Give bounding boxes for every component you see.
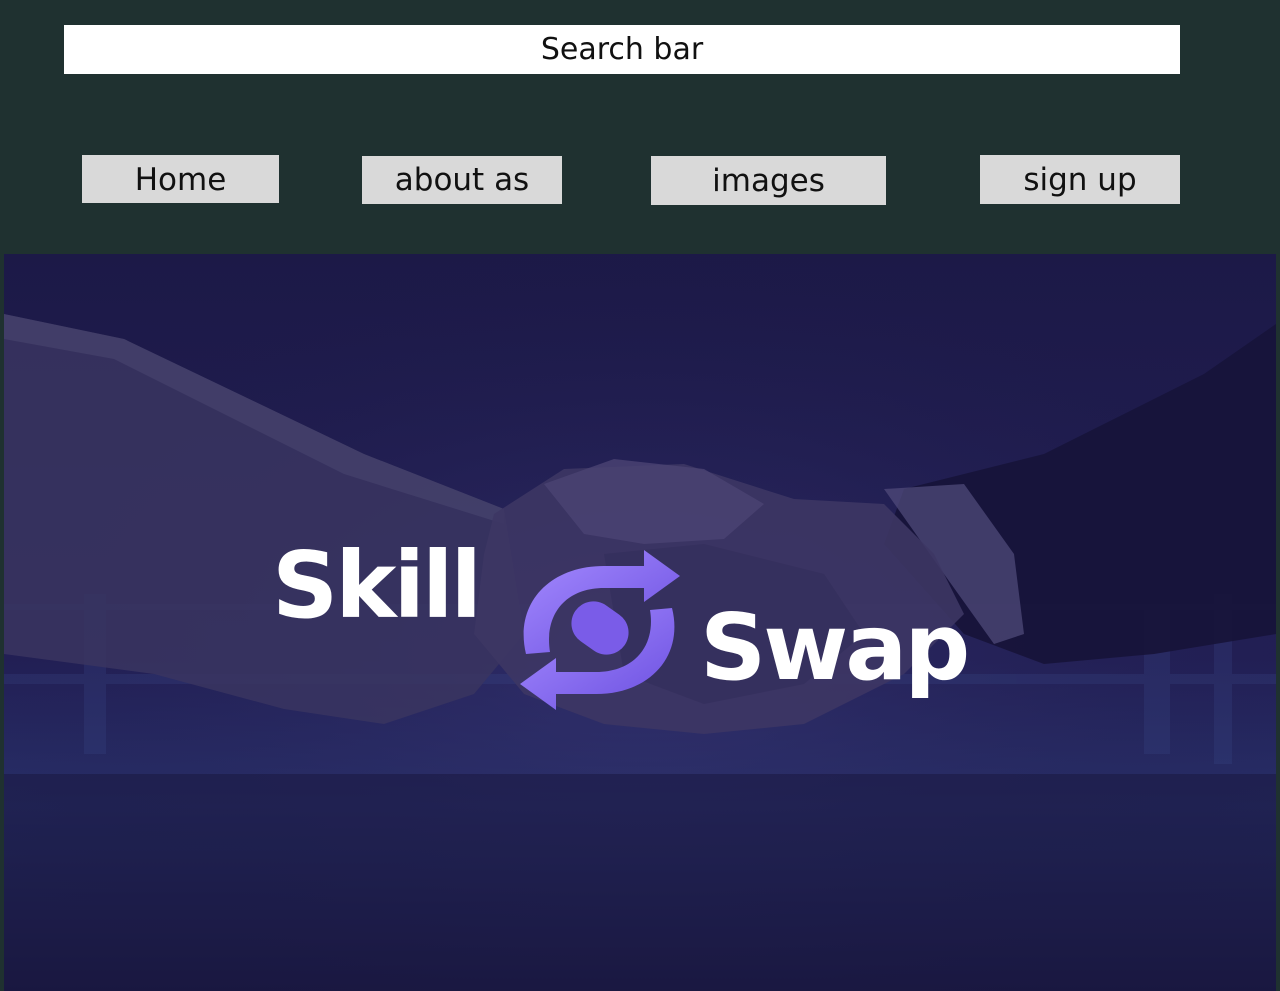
page: Home about as images sign up xyxy=(0,0,1280,991)
nav-signup-button[interactable]: sign up xyxy=(980,155,1180,204)
hero-banner: Skill Swap xyxy=(4,254,1276,991)
nav-images-button[interactable]: images xyxy=(651,156,886,205)
search-input[interactable] xyxy=(64,25,1180,74)
nav-home-button[interactable]: Home xyxy=(82,155,279,203)
nav-about-button[interactable]: about as xyxy=(362,156,562,204)
skillswap-logo: Skill Swap xyxy=(268,540,1008,730)
swap-arrows-icon xyxy=(520,550,680,710)
logo-text-swap: Swap xyxy=(700,594,970,701)
logo-text-skill: Skill xyxy=(272,532,482,639)
